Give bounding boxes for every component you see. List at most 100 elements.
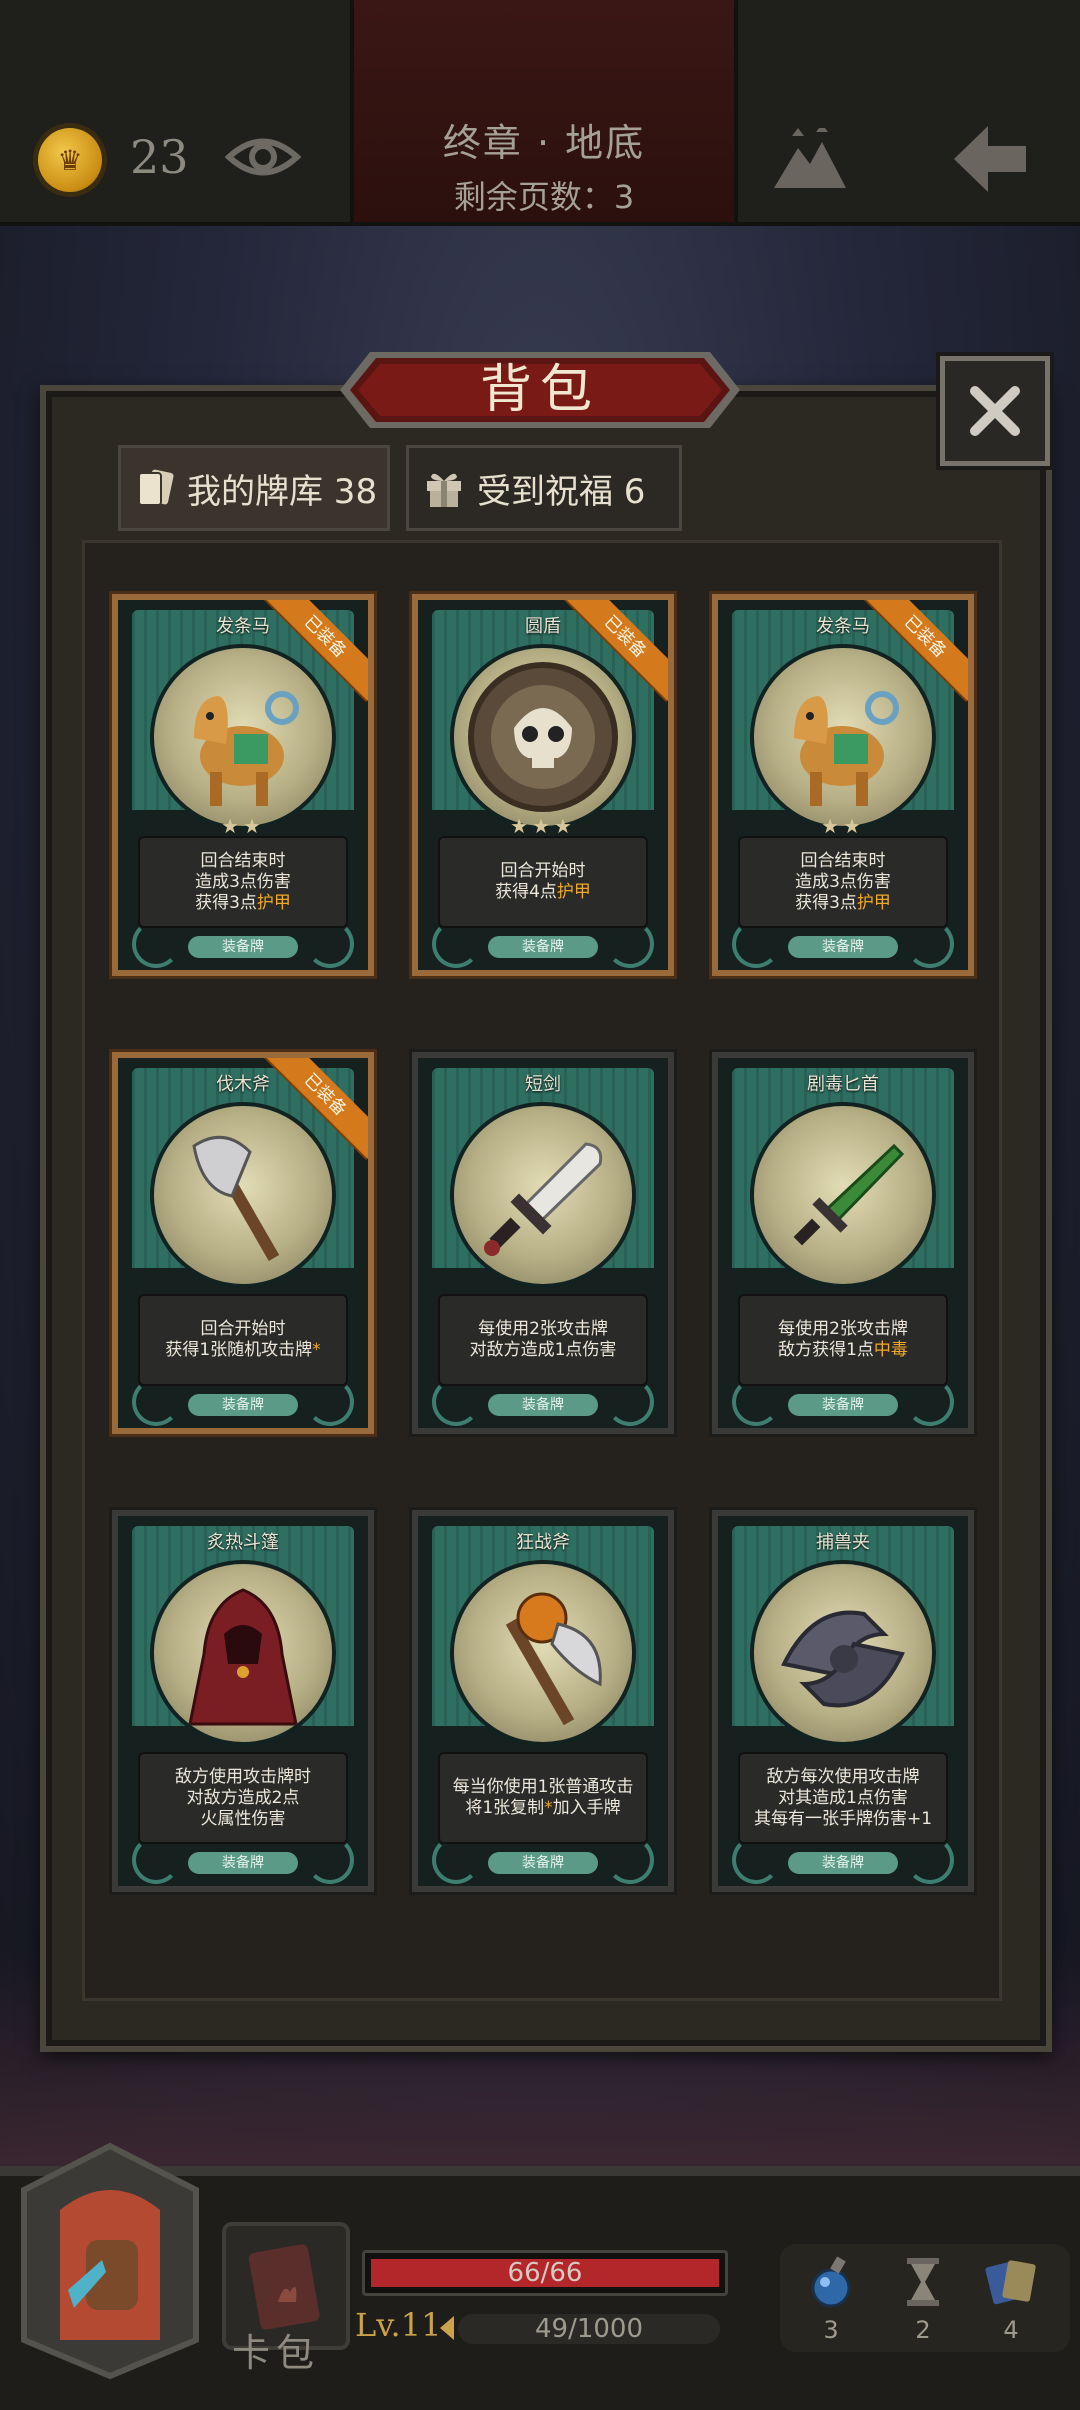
- card-description-box: 回合结束时 造成3点伤害 获得3点护甲: [140, 838, 346, 926]
- swirl-ornament-icon: [306, 920, 354, 968]
- tab-blessings[interactable]: 受到祝福 6: [406, 445, 682, 531]
- eye-icon[interactable]: [225, 130, 301, 184]
- woodcutter-axe-icon: [154, 1106, 332, 1284]
- card-description: 每使用2张攻击牌 敌方获得1点中毒: [740, 1296, 946, 1384]
- card-description-line: 获得1张随机攻击牌*: [165, 1340, 320, 1361]
- description-text: 造成3点伤害: [195, 871, 291, 892]
- equipment-card[interactable]: 炙热斗篷 敌方使用攻击牌时 对敌方造成2点 火属性伤害 装备牌: [118, 1516, 368, 1886]
- card-description: 敌方使用攻击牌时 对敌方造成2点 火属性伤害: [140, 1754, 346, 1842]
- card-description: 每当你使用1张普通攻击 将1张复制*加入手牌: [440, 1754, 646, 1842]
- swirl-ornament-icon: [432, 1836, 480, 1884]
- card-description-line: 回合开始时: [501, 861, 586, 882]
- swirl-ornament-icon: [606, 1836, 654, 1884]
- hourglass-slot[interactable]: 2: [888, 2254, 958, 2344]
- equipment-card[interactable]: 伐木斧 回合开始时 获得1张随机攻击牌* 装备牌 已装备: [118, 1058, 368, 1428]
- card-description-line: 对其造成1点伤害: [778, 1788, 908, 1809]
- equipment-card[interactable]: 狂战斧 每当你使用1张普通攻击 将1张复制*加入手牌 装备牌: [418, 1516, 668, 1886]
- swirl-ornament-icon: [906, 920, 954, 968]
- back-arrow-icon[interactable]: [950, 122, 1030, 196]
- card-type-label: 装备牌: [488, 1852, 598, 1874]
- description-text: 对其造成1点伤害: [778, 1787, 908, 1808]
- card-description-line: 造成3点伤害: [195, 872, 291, 893]
- description-text: 敌方每次使用攻击牌: [766, 1766, 920, 1787]
- hero-portrait[interactable]: [10, 2140, 210, 2380]
- swirl-ornament-icon: [432, 920, 480, 968]
- equipment-card[interactable]: 发条马 ★★ 回合结束时 造成3点伤害 获得3点护甲 装备牌 已装备: [118, 600, 368, 970]
- keyword-highlight: 护甲: [556, 882, 591, 902]
- description-text: 敌方获得1点: [778, 1340, 874, 1360]
- description-text: 获得1张随机攻击牌: [165, 1340, 313, 1360]
- flaming-cloak-icon: [154, 1564, 332, 1742]
- card-type-label: 装备牌: [188, 1852, 298, 1874]
- xp-text: 49/1000: [534, 2314, 643, 2344]
- swirl-ornament-icon: [732, 1836, 780, 1884]
- card-description-line: 回合结束时: [801, 851, 886, 872]
- swirl-ornament-icon: [132, 1836, 180, 1884]
- spare-cards-slot[interactable]: 4: [976, 2254, 1046, 2344]
- tab-my-deck-label: 我的牌库 38: [187, 471, 378, 512]
- card-description: 回合结束时 造成3点伤害 获得3点护甲: [740, 838, 946, 926]
- card-bag-label: 卡包: [232, 2331, 321, 2375]
- hero-fist-icon: [21, 2142, 199, 2380]
- chapter-title: 终章 · 地底: [442, 121, 646, 165]
- close-icon: [970, 386, 1020, 436]
- card-frame: 狂战斧 每当你使用1张普通攻击 将1张复制*加入手牌 装备牌: [418, 1516, 668, 1886]
- tab-my-deck[interactable]: 我的牌库 38: [118, 445, 390, 531]
- card-stars: ★★★: [510, 814, 576, 838]
- card-name: 捕兽夹: [816, 1532, 870, 1553]
- card-frame: 发条马 ★★ 回合结束时 造成3点伤害 获得3点护甲 装备牌 已装备: [118, 600, 368, 970]
- equipment-card[interactable]: 圆盾 ★★★ 回合开始时 获得4点护甲 装备牌 已装备: [418, 600, 668, 970]
- card-description-line: 其每有一张手牌伤害+1: [754, 1809, 932, 1830]
- hp-text: 66/66: [507, 2258, 583, 2288]
- card-description-line: 每使用2张攻击牌: [778, 1319, 908, 1340]
- description-text: 将1张复制: [465, 1798, 545, 1818]
- map-icon[interactable]: [770, 128, 850, 192]
- clockwork-horse-icon: [154, 648, 332, 826]
- card-type-label: 装备牌: [788, 936, 898, 958]
- card-description-line: 对敌方造成2点: [187, 1788, 300, 1809]
- equipment-card[interactable]: 剧毒匕首 每使用2张攻击牌 敌方获得1点中毒 装备牌: [718, 1058, 968, 1428]
- card-type-label: 装备牌: [488, 1394, 598, 1416]
- card-description-box: 敌方使用攻击牌时 对敌方造成2点 火属性伤害: [140, 1754, 346, 1842]
- description-text: 敌方使用攻击牌时: [175, 1766, 311, 1787]
- card-description-line: 造成3点伤害: [795, 872, 891, 893]
- coin-count: 23: [130, 130, 189, 184]
- card-name: 短剑: [525, 1074, 561, 1095]
- description-text: 回合结束时: [800, 850, 886, 871]
- hourglass-count: 2: [915, 2316, 931, 2344]
- pages-left: 剩余页数：3: [453, 178, 635, 216]
- panel-title: 背包: [479, 360, 600, 420]
- swirl-ornament-icon: [732, 1378, 780, 1426]
- hp-bar: 66/66: [362, 2250, 728, 2296]
- card-description-line: 火属性伤害: [201, 1809, 286, 1830]
- card-type-label: 装备牌: [188, 936, 298, 958]
- card-description: 每使用2张攻击牌 对敌方造成1点伤害: [440, 1296, 646, 1384]
- tab-blessings-label: 受到祝福 6: [477, 471, 646, 512]
- card-frame: 发条马 ★★ 回合结束时 造成3点伤害 获得3点护甲 装备牌 已装备: [718, 600, 968, 970]
- chapter-panel: 终章 · 地底 剩余页数：3: [350, 0, 738, 222]
- card-description-line: 对敌方造成1点伤害: [470, 1340, 617, 1361]
- card-description-line: 敌方每次使用攻击牌: [767, 1767, 920, 1788]
- card-description-box: 每当你使用1张普通攻击 将1张复制*加入手牌: [440, 1754, 646, 1842]
- description-text: 对敌方造成2点: [186, 1787, 300, 1808]
- potion-slot[interactable]: 3: [796, 2254, 866, 2344]
- xp-arrow-icon: [440, 2316, 454, 2340]
- card-description-box: 回合开始时 获得1张随机攻击牌*: [140, 1296, 346, 1384]
- card-stars: ★★: [821, 814, 865, 838]
- card-frame: 圆盾 ★★★ 回合开始时 获得4点护甲 装备牌 已装备: [418, 600, 668, 970]
- keyword-highlight: *: [544, 1798, 553, 1818]
- card-description: 回合开始时 获得1张随机攻击牌*: [140, 1296, 346, 1384]
- gold-coin-icon: ♛: [38, 128, 102, 192]
- card-description-line: 获得3点护甲: [795, 893, 891, 914]
- equipment-card[interactable]: 捕兽夹敌方每次使用攻击牌 对其造成1点伤害 其每有一张手牌伤害+1 装备牌: [718, 1516, 968, 1886]
- equipment-card[interactable]: 短剑每使用2张攻击牌 对敌方造成1点伤害装备牌: [418, 1058, 668, 1428]
- description-text: 每使用2张攻击牌: [778, 1319, 908, 1339]
- beast-trap-icon: [754, 1564, 932, 1742]
- equipment-card[interactable]: 发条马 ★★ 回合结束时 造成3点伤害 获得3点护甲 装备牌 已装备: [718, 600, 968, 970]
- short-sword-icon: [454, 1106, 632, 1284]
- close-button[interactable]: [940, 356, 1050, 466]
- top-bar: ♛ 23 终章 · 地底 剩余页数：3: [0, 0, 1080, 226]
- card-description-line: 获得3点护甲: [195, 893, 291, 914]
- description-text: 其每有一张手牌伤害+1: [753, 1808, 933, 1829]
- card-type-label: 装备牌: [788, 1852, 898, 1874]
